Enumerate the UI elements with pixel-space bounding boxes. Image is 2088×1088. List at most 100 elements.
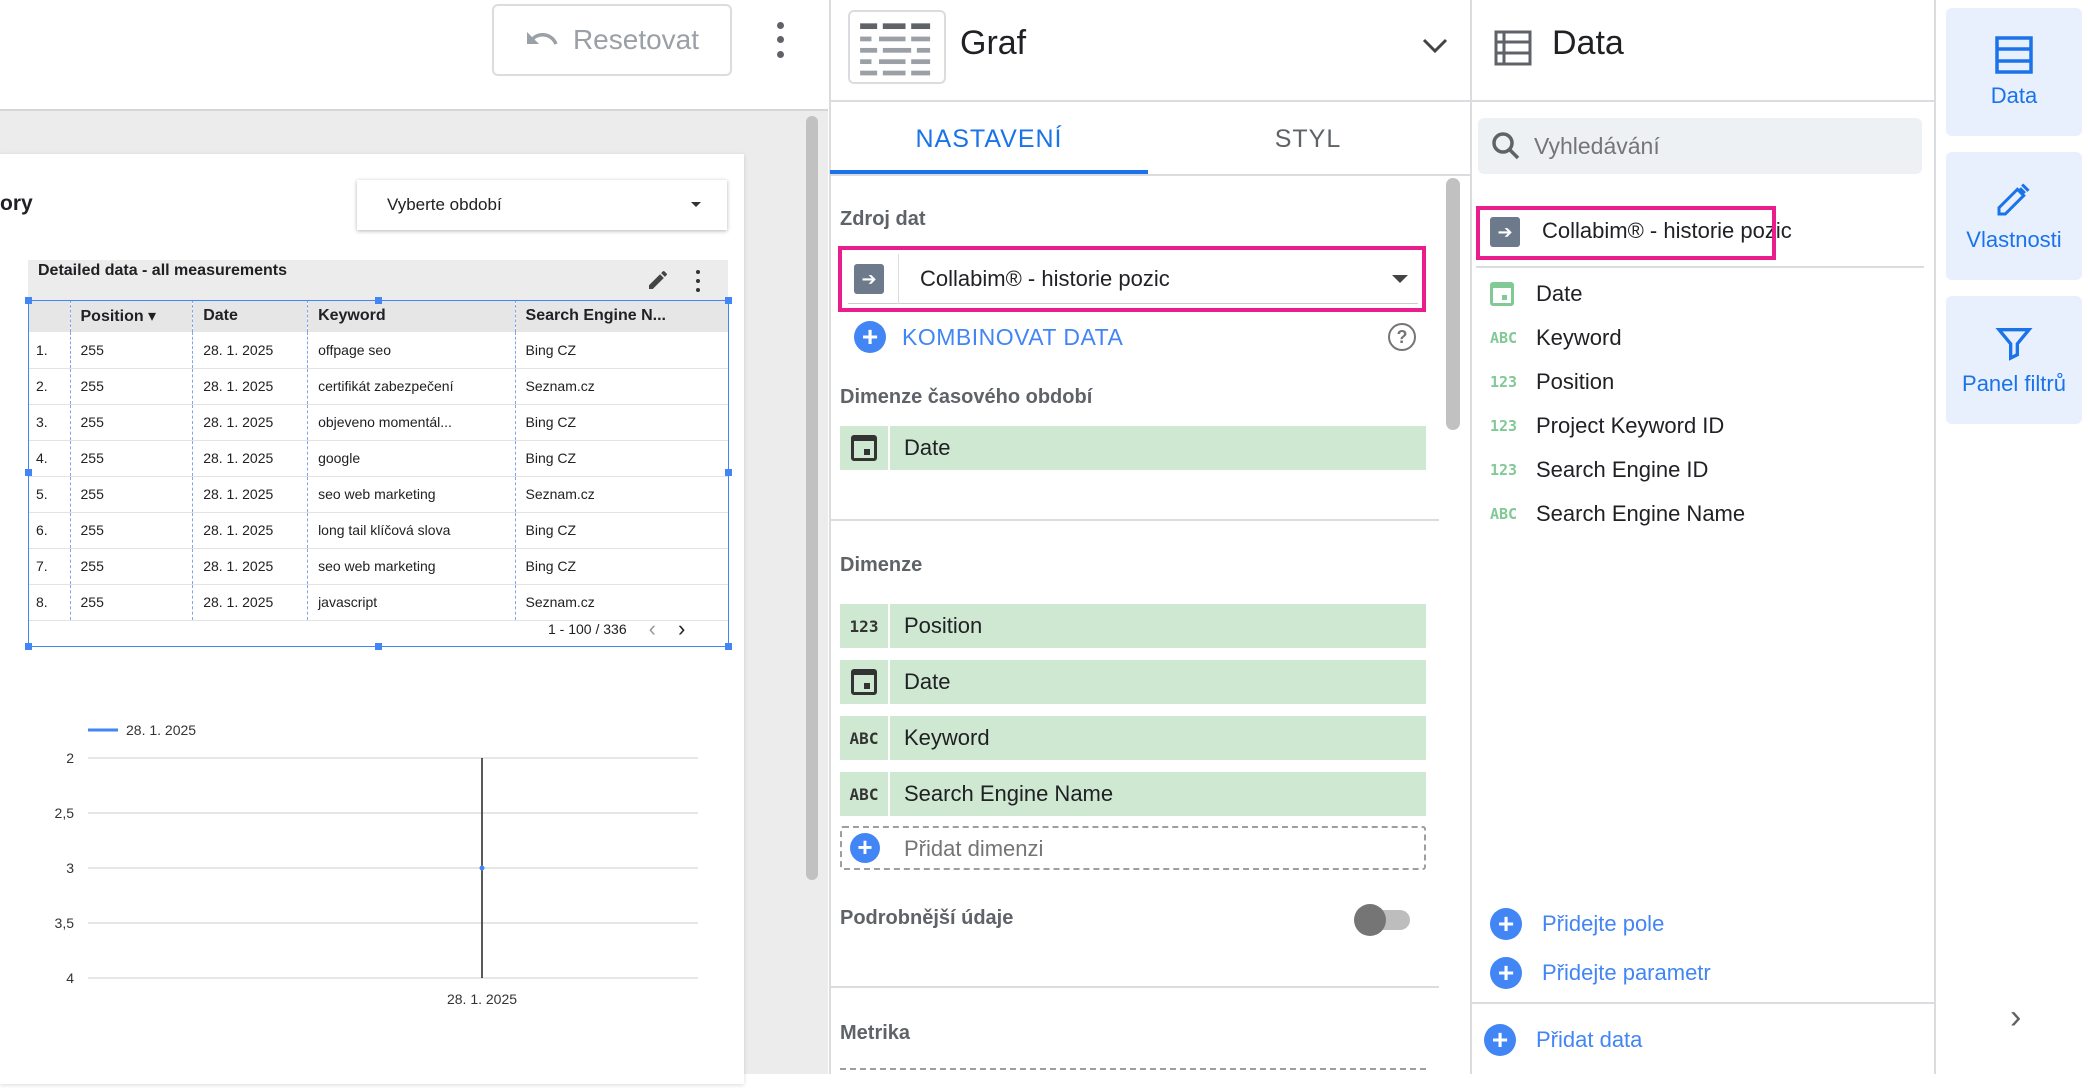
rail-data-label: Data bbox=[1990, 83, 2038, 108]
resize-handle[interactable] bbox=[725, 297, 732, 304]
resize-handle[interactable] bbox=[725, 643, 732, 650]
field-item[interactable]: Date bbox=[1490, 274, 1582, 314]
add-circle-icon[interactable]: + bbox=[1490, 908, 1522, 940]
resize-handle[interactable] bbox=[725, 469, 732, 476]
chip-label: Date bbox=[904, 669, 951, 694]
text-type-icon: ABC bbox=[1490, 329, 1518, 347]
search-input[interactable] bbox=[1534, 124, 1904, 168]
field-label: Search Engine ID bbox=[1536, 457, 1709, 482]
rail-properties-label: Vlastnosti bbox=[1966, 227, 2062, 252]
calendar-icon bbox=[840, 426, 890, 470]
blend-data-button[interactable]: KOMBINOVAT DATA bbox=[902, 324, 1123, 351]
active-tab-indicator bbox=[830, 170, 1148, 174]
caret-down-icon bbox=[691, 202, 701, 207]
field-label: Project Keyword ID bbox=[1536, 413, 1725, 438]
next-page-icon[interactable]: › bbox=[678, 616, 685, 642]
chip-label: Search Engine Name bbox=[904, 781, 1114, 806]
rail-properties-button[interactable]: Vlastnosti bbox=[1946, 152, 2082, 280]
resize-handle[interactable] bbox=[375, 643, 382, 650]
add-circle-icon[interactable]: + bbox=[854, 321, 886, 353]
dimension-chip[interactable]: ABC Keyword bbox=[840, 716, 1426, 760]
database-table-icon bbox=[1995, 36, 2033, 74]
data-source-label: Zdroj dat bbox=[840, 208, 926, 230]
divider bbox=[829, 986, 1439, 988]
add-circle-icon[interactable]: + bbox=[1490, 957, 1522, 989]
rail-data-button[interactable]: Data bbox=[1946, 8, 2082, 136]
search-icon bbox=[1492, 132, 1520, 160]
divider bbox=[829, 519, 1439, 521]
divider bbox=[1470, 1002, 1934, 1004]
data-panel-title: Data bbox=[1552, 24, 1624, 62]
canvas-scrollbar[interactable] bbox=[806, 116, 818, 880]
field-item[interactable]: 123 Position bbox=[1490, 362, 1614, 402]
add-field-link[interactable]: Přidejte pole bbox=[1542, 911, 1664, 937]
dimension-chip[interactable]: Date bbox=[840, 660, 1426, 704]
calendar-icon bbox=[840, 660, 890, 704]
rail-filters-label: Panel filtrů bbox=[1962, 371, 2066, 396]
divider bbox=[1476, 266, 1924, 268]
field-item[interactable]: ABC Search Engine Name bbox=[1490, 494, 1745, 534]
number-type-icon: 123 bbox=[840, 604, 890, 648]
text-type-icon: ABC bbox=[840, 772, 890, 816]
pencil-icon bbox=[1997, 183, 2030, 216]
toggle-knob[interactable] bbox=[1354, 904, 1386, 936]
resize-handle[interactable] bbox=[25, 643, 32, 650]
table-pager: 1 - 100 / 336 ‹ › bbox=[548, 616, 685, 642]
edit-pencil-icon[interactable] bbox=[646, 268, 670, 292]
field-label: Date bbox=[1536, 281, 1583, 306]
add-parameter-link[interactable]: Přidejte parametr bbox=[1542, 960, 1711, 986]
table-more-icon[interactable] bbox=[690, 270, 706, 292]
add-data-link[interactable]: Přidat data bbox=[1536, 1027, 1642, 1053]
line-chart[interactable]: 28. 1. 2025 2 2,5 3 3,5 4 28. 1. 2025 bbox=[0, 712, 744, 1012]
table-title: Detailed data - all measurements bbox=[38, 262, 287, 279]
add-dimension-label: Přidat dimenzi bbox=[904, 836, 1044, 861]
highlight-box bbox=[1476, 206, 1776, 260]
resize-handle[interactable] bbox=[375, 297, 382, 304]
add-circle-icon[interactable]: + bbox=[850, 833, 880, 863]
field-item[interactable]: 123 Search Engine ID bbox=[1490, 450, 1708, 490]
dimension-chip[interactable]: ABC Search Engine Name bbox=[840, 772, 1426, 816]
number-type-icon: 123 bbox=[1490, 417, 1518, 435]
properties-title: Graf bbox=[960, 24, 1027, 62]
add-metric-button[interactable] bbox=[840, 1068, 1426, 1088]
text-type-icon: ABC bbox=[1490, 505, 1518, 523]
y-tick-label: 3,5 bbox=[55, 915, 75, 931]
field-label: Position bbox=[1536, 369, 1615, 394]
undo-icon bbox=[526, 32, 558, 45]
date-range-dimension-chip[interactable]: Date bbox=[840, 426, 1426, 470]
chevron-right-icon[interactable]: › bbox=[2010, 998, 2021, 1037]
table-chart-icon[interactable] bbox=[848, 10, 946, 84]
y-tick-label: 2,5 bbox=[55, 805, 75, 821]
resize-handle[interactable] bbox=[25, 297, 32, 304]
field-label: Search Engine Name bbox=[1536, 501, 1746, 526]
drilldown-label: Podrobnější údaje bbox=[840, 907, 1014, 929]
chip-label: Date bbox=[904, 435, 951, 460]
prev-page-icon[interactable]: ‹ bbox=[649, 616, 656, 642]
help-icon[interactable]: ? bbox=[1388, 323, 1416, 351]
metric-label: Metrika bbox=[840, 1022, 911, 1044]
properties-scrollbar[interactable] bbox=[1446, 178, 1460, 430]
calendar-icon bbox=[1490, 282, 1528, 306]
add-circle-icon[interactable]: + bbox=[1484, 1024, 1516, 1056]
chip-label: Keyword bbox=[904, 725, 990, 750]
x-tick-label: 28. 1. 2025 bbox=[447, 991, 517, 1007]
date-range-select[interactable]: Vyberte období bbox=[357, 180, 727, 230]
tab-setup[interactable]: NASTAVENÍ bbox=[830, 104, 1148, 174]
report-title: ory bbox=[0, 192, 33, 215]
rail-filters-button[interactable]: Panel filtrů bbox=[1946, 296, 2082, 424]
field-item[interactable]: ABC Keyword bbox=[1490, 318, 1622, 358]
tab-style[interactable]: STYL bbox=[1148, 104, 1468, 174]
chevron-down-icon[interactable] bbox=[1420, 30, 1450, 60]
dimension-chip[interactable]: 123 Position bbox=[840, 604, 1426, 648]
resize-handle[interactable] bbox=[25, 469, 32, 476]
field-item[interactable]: 123 Project Keyword ID bbox=[1490, 406, 1724, 446]
more-options-icon[interactable] bbox=[766, 18, 794, 62]
data-point[interactable] bbox=[479, 865, 485, 871]
reset-button[interactable]: Resetovat bbox=[492, 4, 732, 76]
highlight-box bbox=[838, 246, 1426, 312]
data-panel-header bbox=[1470, 0, 1934, 102]
y-tick-label: 4 bbox=[66, 970, 74, 986]
chip-label: Position bbox=[904, 613, 983, 638]
number-type-icon: 123 bbox=[1490, 461, 1518, 479]
table-selection-frame bbox=[25, 297, 732, 650]
